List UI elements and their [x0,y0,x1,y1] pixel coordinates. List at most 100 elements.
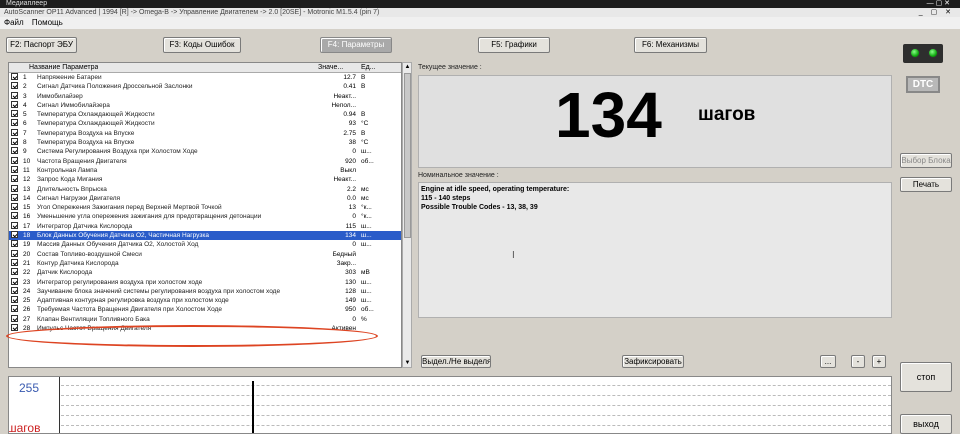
table-row[interactable]: 25 Адаптивная контурная регулировка возду… [9,296,401,305]
row-value: 0 [352,315,356,323]
row-checkbox[interactable] [11,221,18,229]
row-checkbox[interactable] [11,249,18,257]
row-value: 38 [348,139,356,147]
row-checkbox[interactable] [11,193,18,201]
row-checkbox[interactable] [11,314,18,322]
row-checkbox[interactable] [11,184,18,192]
row-checkbox[interactable] [11,324,18,332]
row-name: Заучивание блока значений системы регули… [37,287,281,295]
table-scrollbar[interactable]: ▲ ▼ [402,62,412,368]
row-checkbox[interactable] [11,203,18,211]
table-row[interactable]: 5 Температура Охлаждающей Жидкости 0.94 В [9,110,401,119]
row-number: 11 [23,166,30,174]
table-row[interactable]: 24 Заучивание блока значений системы регу… [9,286,401,296]
table-row[interactable]: 19 Массив Данных Обучения Датчика O2, Хол… [9,240,401,249]
tab-graphs[interactable]: F5: Графики [478,37,550,53]
table-row[interactable]: 11 Контрольная Лампа Выкл [9,165,401,175]
block-select-button[interactable]: Выбор Блока [900,153,952,168]
tab-parameters[interactable]: F4: Параметры [320,37,392,53]
table-row[interactable]: 14 Сигнал Нагрузки Двигателя 0.0 мс [9,193,401,203]
table-row[interactable]: 23 Интегратор регулирования воздуха при х… [9,277,401,287]
table-row[interactable]: 13 Длительность Впрыска 2.2 мс [9,184,401,194]
graph-area[interactable]: 255 шагов [8,376,892,434]
scroll-thumb[interactable] [404,73,411,238]
freeze-button[interactable]: Зафиксировать [622,355,684,368]
graph-signal-trace [252,381,254,433]
row-checkbox[interactable] [11,147,18,155]
row-checkbox[interactable] [11,82,18,90]
table-row[interactable]: 9 Система Регулирования Воздуха при Холос… [9,147,401,156]
row-checkbox[interactable] [11,268,18,276]
row-checkbox[interactable] [11,110,18,118]
table-row[interactable]: 2 Сигнал Датчика Положения Дроссельной За… [9,82,401,91]
row-name: Температура Охлаждающей Жидкости [37,120,155,128]
tab-ecu-passport[interactable]: F2: Паспорт ЭБУ [6,37,77,53]
menu-help[interactable]: Помощь [32,18,63,27]
row-number: 26 [23,306,31,314]
row-number: 9 [23,148,27,156]
table-row[interactable]: 12 Запрос Кода Мигания Неакт... [9,175,401,184]
table-row[interactable]: 20 Состав Топливо-воздушной Смеси Бедный [9,249,401,259]
table-row[interactable]: 27 Клапан Вентиляции Топливного Бака 0% [9,314,401,324]
stop-button[interactable]: стоп [900,362,952,392]
row-checkbox[interactable] [11,305,18,313]
dtc-button[interactable]: DTC [906,76,940,93]
table-row[interactable]: 7 Температура Воздуха на Впуске 2.75 В [9,128,401,138]
zoom-in-button[interactable]: + [872,355,886,368]
print-button[interactable]: Печать [900,177,952,192]
table-row[interactable]: 22 Датчик Кислорода 303 мВ [9,268,401,277]
row-checkbox[interactable] [11,73,18,80]
row-checkbox[interactable] [11,128,18,136]
row-checkbox[interactable] [11,138,18,146]
row-checkbox[interactable] [11,91,18,99]
scroll-up-icon[interactable]: ▲ [404,63,411,71]
row-checkbox[interactable] [11,296,18,304]
row-checkbox[interactable] [11,100,18,108]
table-row[interactable]: 3 Иммобилайзер Неакт... [9,91,401,101]
table-row[interactable]: 15 Угол Опережения Зажигания перед Верхне… [9,203,401,212]
header-value[interactable]: Значе... [318,63,358,73]
row-value: Закр... [336,259,356,267]
table-row[interactable]: 8 Температура Воздуха на Впуске 38 °C [9,138,401,147]
exit-button[interactable]: выход [900,414,952,434]
row-name: Температура Охлаждающей Жидкости [37,111,155,119]
table-row[interactable]: 26 Требуемая Частота Вращения Двигателя п… [9,305,401,314]
header-unit[interactable]: Ед... [361,63,389,73]
table-row[interactable]: 6 Температура Охлаждающей Жидкости 93 °C [9,119,401,128]
row-value: 0.94 [343,111,356,119]
row-checkbox[interactable] [11,119,18,127]
header-name[interactable]: Название Параметра [29,63,98,73]
tab-error-codes[interactable]: F3: Коды Ошибок [163,37,241,53]
row-value: 2.75 [343,129,356,137]
row-checkbox[interactable] [11,286,18,294]
table-row[interactable]: 18 Блок Данных Обучения Датчика O2, Части… [9,231,401,241]
row-number: 24 [23,287,31,295]
row-name: Температура Воздуха на Впуске [37,139,135,147]
row-checkbox[interactable] [11,231,18,239]
select-all-button[interactable]: Выдел./Не выделять [421,355,491,368]
table-row[interactable]: 1 Напряжение Батареи 12.7 В [9,73,401,82]
row-checkbox[interactable] [11,277,18,285]
app-window-controls[interactable]: _ ▢ ✕ [919,8,954,17]
row-checkbox[interactable] [11,156,18,164]
tab-mechanisms[interactable]: F6: Механизмы [634,37,707,53]
table-row[interactable]: 10 Частота Вращения Двигателя 920 об... [9,156,401,166]
row-checkbox[interactable] [11,165,18,173]
status-led-icon [928,48,938,58]
more-button[interactable]: ... [820,355,836,368]
media-window-controls[interactable]: — ▢ ✕ [927,0,950,8]
row-checkbox[interactable] [11,258,18,266]
zoom-out-button[interactable]: - [851,355,865,368]
graph-unit-label: шагов [8,421,41,434]
menu-file[interactable]: Файл [4,18,24,27]
scroll-down-icon[interactable]: ▼ [404,359,411,367]
current-unit: шагов [698,104,756,125]
table-row[interactable]: 16 Уменьшение угла опережения зажигания д… [9,212,401,221]
row-checkbox[interactable] [11,212,18,220]
table-row[interactable]: 17 Интегратор Датчика Кислорода 115 ш... [9,221,401,231]
row-checkbox[interactable] [11,240,18,248]
table-row[interactable]: 21 Контур Датчика Кислорода Закр... [9,258,401,268]
table-row[interactable]: 4 Сигнал Иммобилайзера Непол... [9,100,401,110]
row-unit: ш... [361,278,372,286]
row-checkbox[interactable] [11,175,18,183]
